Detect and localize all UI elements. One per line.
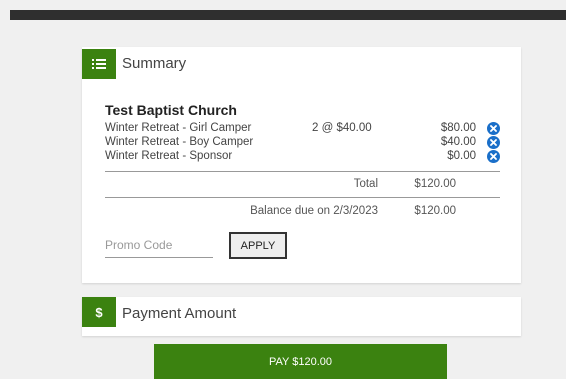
payment-amount-card: $ Payment Amount (82, 297, 521, 336)
pay-button[interactable]: PAY $120.00 (154, 344, 447, 379)
line-item-amount: $0.00 (447, 150, 476, 162)
line-item-description: Winter Retreat - Sponsor (105, 150, 233, 162)
promo-code-input[interactable] (105, 233, 213, 258)
divider (105, 197, 500, 198)
line-item-quantity: 2 @ $40.00 (312, 122, 372, 134)
top-bar (10, 10, 566, 20)
remove-item-icon[interactable] (487, 150, 500, 163)
line-item-amount: $80.00 (440, 122, 476, 134)
list-icon (82, 49, 116, 79)
summary-card: Summary Test Baptist Church Winter Retre… (82, 47, 521, 283)
divider (105, 171, 500, 172)
payment-amount-title: Payment Amount (122, 305, 237, 322)
line-item-description: Winter Retreat - Girl Camper (105, 122, 252, 134)
summary-title: Summary (122, 55, 187, 72)
line-item: Winter Retreat - Girl Camper 2 @ $40.00 … (105, 122, 500, 136)
balance-row: Balance due on 2/3/2023 $120.00 (105, 205, 500, 219)
line-item-description: Winter Retreat - Boy Camper (105, 136, 254, 148)
remove-item-icon[interactable] (487, 122, 500, 135)
balance-value: $120.00 (414, 205, 456, 217)
balance-label: Balance due on 2/3/2023 (250, 205, 378, 217)
line-item-amount: $40.00 (440, 136, 476, 148)
organization-name: Test Baptist Church (105, 102, 237, 118)
dollar-icon: $ (82, 297, 116, 327)
remove-item-icon[interactable] (487, 136, 500, 149)
total-row: Total $120.00 (105, 178, 500, 192)
total-label: Total (353, 178, 378, 190)
total-value: $120.00 (414, 178, 456, 190)
apply-button[interactable]: APPLY (229, 232, 287, 259)
line-item: Winter Retreat - Boy Camper $40.00 (105, 136, 500, 150)
line-item: Winter Retreat - Sponsor $0.00 (105, 150, 500, 164)
